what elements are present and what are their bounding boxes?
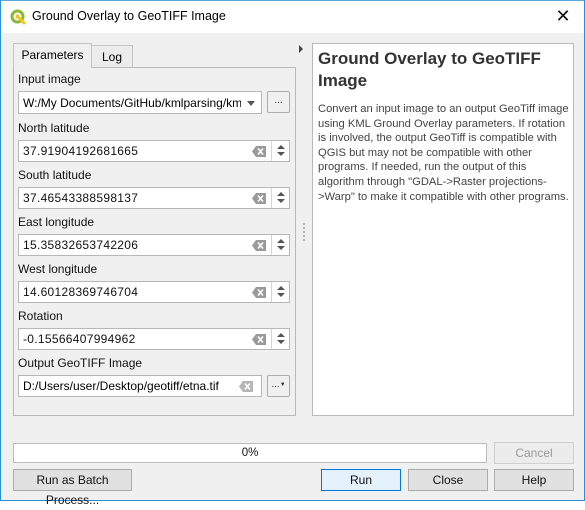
spin-up-icon[interactable] — [277, 286, 285, 290]
progress-label: 0% — [241, 447, 259, 459]
clear-icon[interactable] — [252, 240, 266, 251]
tab-log-label: Log — [101, 50, 123, 64]
progress-bar: 0% — [13, 443, 487, 463]
spin-down-icon[interactable] — [277, 152, 285, 156]
spin-buttons[interactable] — [271, 141, 289, 161]
output-geotiff-input[interactable]: D:/Users/user/Desktop/geotiff/etna.tif — [18, 375, 262, 397]
spin-up-icon[interactable] — [277, 333, 285, 337]
clear-icon[interactable] — [252, 334, 266, 345]
east-longitude-label: East longitude — [18, 215, 95, 229]
chevron-down-icon — [247, 101, 255, 106]
help-description: Convert an input image to an output GeoT… — [318, 103, 569, 203]
run-as-batch-button[interactable]: Run as Batch Process... — [13, 469, 132, 507]
qgis-logo-icon — [10, 9, 26, 25]
tab-parameters[interactable]: Parameters — [13, 43, 92, 68]
collapse-arrow-icon[interactable] — [299, 45, 303, 53]
west-longitude-value: 14.60128369746704 — [23, 285, 139, 299]
splitter-handle[interactable] — [303, 223, 305, 241]
spin-buttons[interactable] — [271, 282, 289, 302]
rotation-label: Rotation — [18, 309, 63, 323]
spin-down-icon[interactable] — [277, 293, 285, 297]
east-longitude-spinbox[interactable]: 15.35832653742206 — [18, 234, 290, 256]
help-button[interactable]: Help — [494, 469, 574, 491]
title-bar: Ground Overlay to GeoTIFF Image ✕ — [1, 1, 584, 33]
help-panel: Ground Overlay to GeoTIFF Image Convert … — [312, 43, 574, 416]
spin-buttons[interactable] — [271, 329, 289, 349]
south-latitude-value: 37.46543388598137 — [23, 191, 139, 205]
east-longitude-value: 15.35832653742206 — [23, 238, 139, 252]
rotation-spinbox[interactable]: -0.15566407994962 — [18, 328, 290, 350]
input-image-browse-button[interactable]: ... — [267, 91, 290, 113]
rotation-value: -0.15566407994962 — [23, 332, 136, 346]
input-image-combo[interactable]: W:/My Documents/GitHub/kmlparsing/kml-sa… — [18, 91, 262, 114]
output-geotiff-label: Output GeoTIFF Image — [18, 356, 143, 370]
spin-down-icon[interactable] — [277, 199, 285, 203]
spin-up-icon[interactable] — [277, 192, 285, 196]
clear-icon[interactable] — [252, 146, 266, 157]
input-image-value: W:/My Documents/GitHub/kmlparsing/kml-sa… — [23, 96, 241, 110]
north-latitude-spinbox[interactable]: 37.91904192681665 — [18, 140, 290, 162]
run-button[interactable]: Run — [321, 469, 401, 491]
close-window-button[interactable]: ✕ — [552, 6, 574, 28]
spin-down-icon[interactable] — [277, 246, 285, 250]
dialog-window: Ground Overlay to GeoTIFF Image ✕ Parame… — [0, 0, 585, 507]
spin-up-icon[interactable] — [277, 239, 285, 243]
west-longitude-label: West longitude — [18, 262, 98, 276]
output-geotiff-value: D:/Users/user/Desktop/geotiff/etna.tif — [23, 379, 219, 393]
spin-down-icon[interactable] — [277, 340, 285, 344]
tab-log[interactable]: Log — [91, 45, 133, 67]
output-browse-button[interactable]: ...▼ — [267, 375, 290, 397]
spin-up-icon[interactable] — [277, 145, 285, 149]
cancel-button[interactable]: Cancel — [494, 442, 574, 464]
window-title: Ground Overlay to GeoTIFF Image — [32, 9, 226, 23]
chevron-down-icon: ▼ — [279, 382, 286, 388]
close-icon: ✕ — [555, 6, 571, 27]
west-longitude-spinbox[interactable]: 14.60128369746704 — [18, 281, 290, 303]
output-browse-label: ... — [271, 379, 280, 390]
tab-parameters-label: Parameters — [21, 48, 84, 62]
north-latitude-label: North latitude — [18, 121, 90, 135]
close-button[interactable]: Close — [408, 469, 488, 491]
spin-buttons[interactable] — [271, 188, 289, 208]
south-latitude-label: South latitude — [18, 168, 92, 182]
spin-buttons[interactable] — [271, 235, 289, 255]
clear-icon[interactable] — [239, 381, 253, 392]
input-image-label: Input image — [18, 72, 81, 86]
clear-icon[interactable] — [252, 287, 266, 298]
help-title: Ground Overlay to GeoTIFF Image — [318, 49, 541, 90]
north-latitude-value: 37.91904192681665 — [23, 144, 139, 158]
clear-icon[interactable] — [252, 193, 266, 204]
south-latitude-spinbox[interactable]: 37.46543388598137 — [18, 187, 290, 209]
